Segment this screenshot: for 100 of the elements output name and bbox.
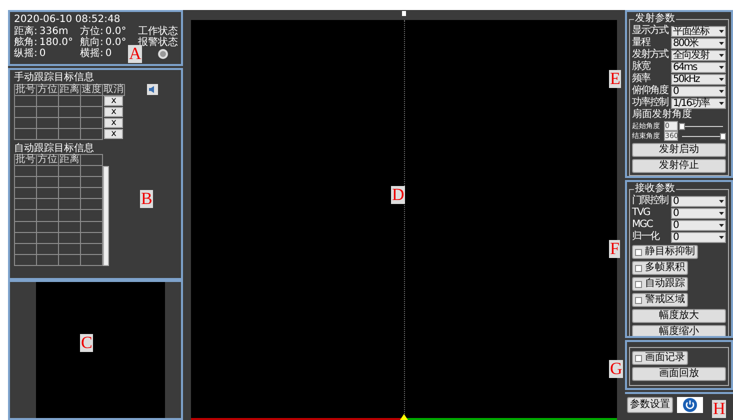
field-label: 门限控制 [632, 195, 670, 207]
column-header: 方位 [36, 84, 58, 95]
table-cell [36, 95, 58, 106]
settings-button[interactable]: 参数设置 [627, 397, 673, 413]
field-label: 量程 [632, 37, 652, 48]
slider-thumb[interactable] [720, 133, 726, 140]
cancel-button[interactable]: x [104, 128, 124, 138]
cancel-button[interactable]: x [104, 96, 124, 106]
caret-icon [719, 54, 724, 58]
checkbox[interactable] [635, 248, 642, 256]
section-title: 自动跟踪目标信息 [14, 142, 95, 154]
column-header: 方位 [36, 154, 58, 166]
speaker-button[interactable] [147, 84, 158, 94]
cancel-button[interactable]: x [104, 106, 124, 116]
table-cell [80, 95, 102, 106]
dropdown[interactable]: 64ms [671, 62, 726, 72]
slider-thumb[interactable] [679, 123, 685, 130]
annotation-label: D [391, 186, 406, 204]
table-cell [58, 128, 80, 139]
dropdown[interactable]: 全向发射 [671, 50, 726, 60]
pointer-icon [400, 414, 408, 420]
field-value: 336m [39, 26, 68, 37]
cancel-button[interactable]: x [104, 118, 124, 128]
table-cell [80, 106, 102, 117]
table-cell [58, 95, 80, 106]
checkbox[interactable] [635, 296, 642, 304]
dropdown[interactable]: 800米 [671, 38, 726, 48]
toggle-button[interactable]: 自动跟踪 [632, 277, 688, 291]
dropdown-value: 0 [673, 208, 678, 218]
table-cell [14, 166, 36, 177]
toggle-button[interactable]: 警戒区域 [632, 293, 688, 307]
field-value: 0.0° [105, 26, 126, 37]
status-label: 报警状态 [138, 37, 178, 48]
caret-icon [719, 30, 724, 34]
heading-marker [402, 11, 406, 16]
caret-icon [719, 78, 724, 82]
table-cell [80, 128, 102, 139]
table-cell [14, 221, 36, 232]
action-button[interactable]: 幅度缩小 [632, 325, 726, 336]
status-label: 工作状态 [138, 26, 178, 37]
table-cell [14, 232, 36, 244]
table-cell [36, 117, 58, 128]
toggle-label: 静目标抑制 [645, 246, 695, 258]
table-cell [58, 221, 80, 232]
table-cell [14, 210, 36, 222]
field-label: MGC [632, 219, 654, 230]
playback-button[interactable]: 画面回放 [632, 367, 726, 381]
dropdown[interactable]: 1/16功率 [671, 98, 726, 108]
speaker-icon [149, 86, 156, 92]
toggle-label: 画面记录 [645, 352, 685, 364]
table-cell [36, 166, 58, 177]
alarm-indicator [158, 48, 168, 58]
toggle-button[interactable]: 画面记录 [632, 351, 688, 365]
dropdown[interactable]: 0 [671, 220, 726, 230]
table-cell [36, 221, 58, 232]
table-cell [36, 210, 58, 222]
group-title: 接收参数 [634, 183, 676, 194]
action-button[interactable]: 幅度放大 [632, 309, 726, 323]
annotation-label: C [80, 334, 94, 352]
table-cell [14, 176, 36, 188]
table-cell [36, 243, 58, 254]
dropdown[interactable]: 0 [671, 232, 726, 242]
action-button[interactable]: 发射启动 [632, 143, 726, 157]
dropdown-value: 0 [673, 220, 678, 230]
dropdown[interactable]: 50kHz [671, 74, 726, 84]
caret-icon [719, 200, 724, 204]
dropdown-value: 平面坐标 [673, 26, 709, 36]
table-cell [58, 254, 80, 266]
toggle-button[interactable]: 多帧累积 [632, 261, 688, 275]
table-cell [14, 188, 36, 199]
toggle-button[interactable]: 静目标抑制 [632, 245, 698, 259]
checkbox[interactable] [635, 264, 642, 272]
dropdown[interactable]: 0 [671, 208, 726, 218]
table-cell [14, 254, 36, 266]
checkbox[interactable] [635, 280, 642, 288]
dropdown-value: 0 [673, 232, 678, 242]
dropdown-value: 800米 [673, 38, 698, 48]
dropdown[interactable]: 平面坐标 [671, 26, 726, 36]
table-cell [58, 198, 80, 210]
field-label: 距离: [14, 26, 38, 37]
field-label: 频率 [632, 73, 652, 84]
power-button[interactable] [677, 397, 703, 413]
annotation-label: F [609, 240, 620, 258]
dropdown[interactable]: 0 [671, 196, 726, 206]
action-button[interactable]: 发射停止 [632, 159, 726, 173]
table-cell [36, 198, 58, 210]
toggle-label: 自动跟踪 [645, 278, 685, 290]
table-cell [58, 166, 80, 177]
checkbox[interactable] [635, 354, 642, 362]
annotation-label: A [128, 45, 142, 63]
table-cell [58, 188, 80, 199]
field-label: 舷角: [14, 37, 38, 48]
table-cell [14, 243, 36, 254]
table-cell [58, 243, 80, 254]
field-value: 0.0° [105, 37, 126, 48]
scrollbar[interactable] [103, 166, 109, 266]
table-cell [58, 232, 80, 244]
field-label: 脉宽 [632, 61, 652, 72]
dropdown[interactable]: 0 [671, 86, 726, 96]
toggle-label: 警戒区域 [645, 294, 685, 306]
